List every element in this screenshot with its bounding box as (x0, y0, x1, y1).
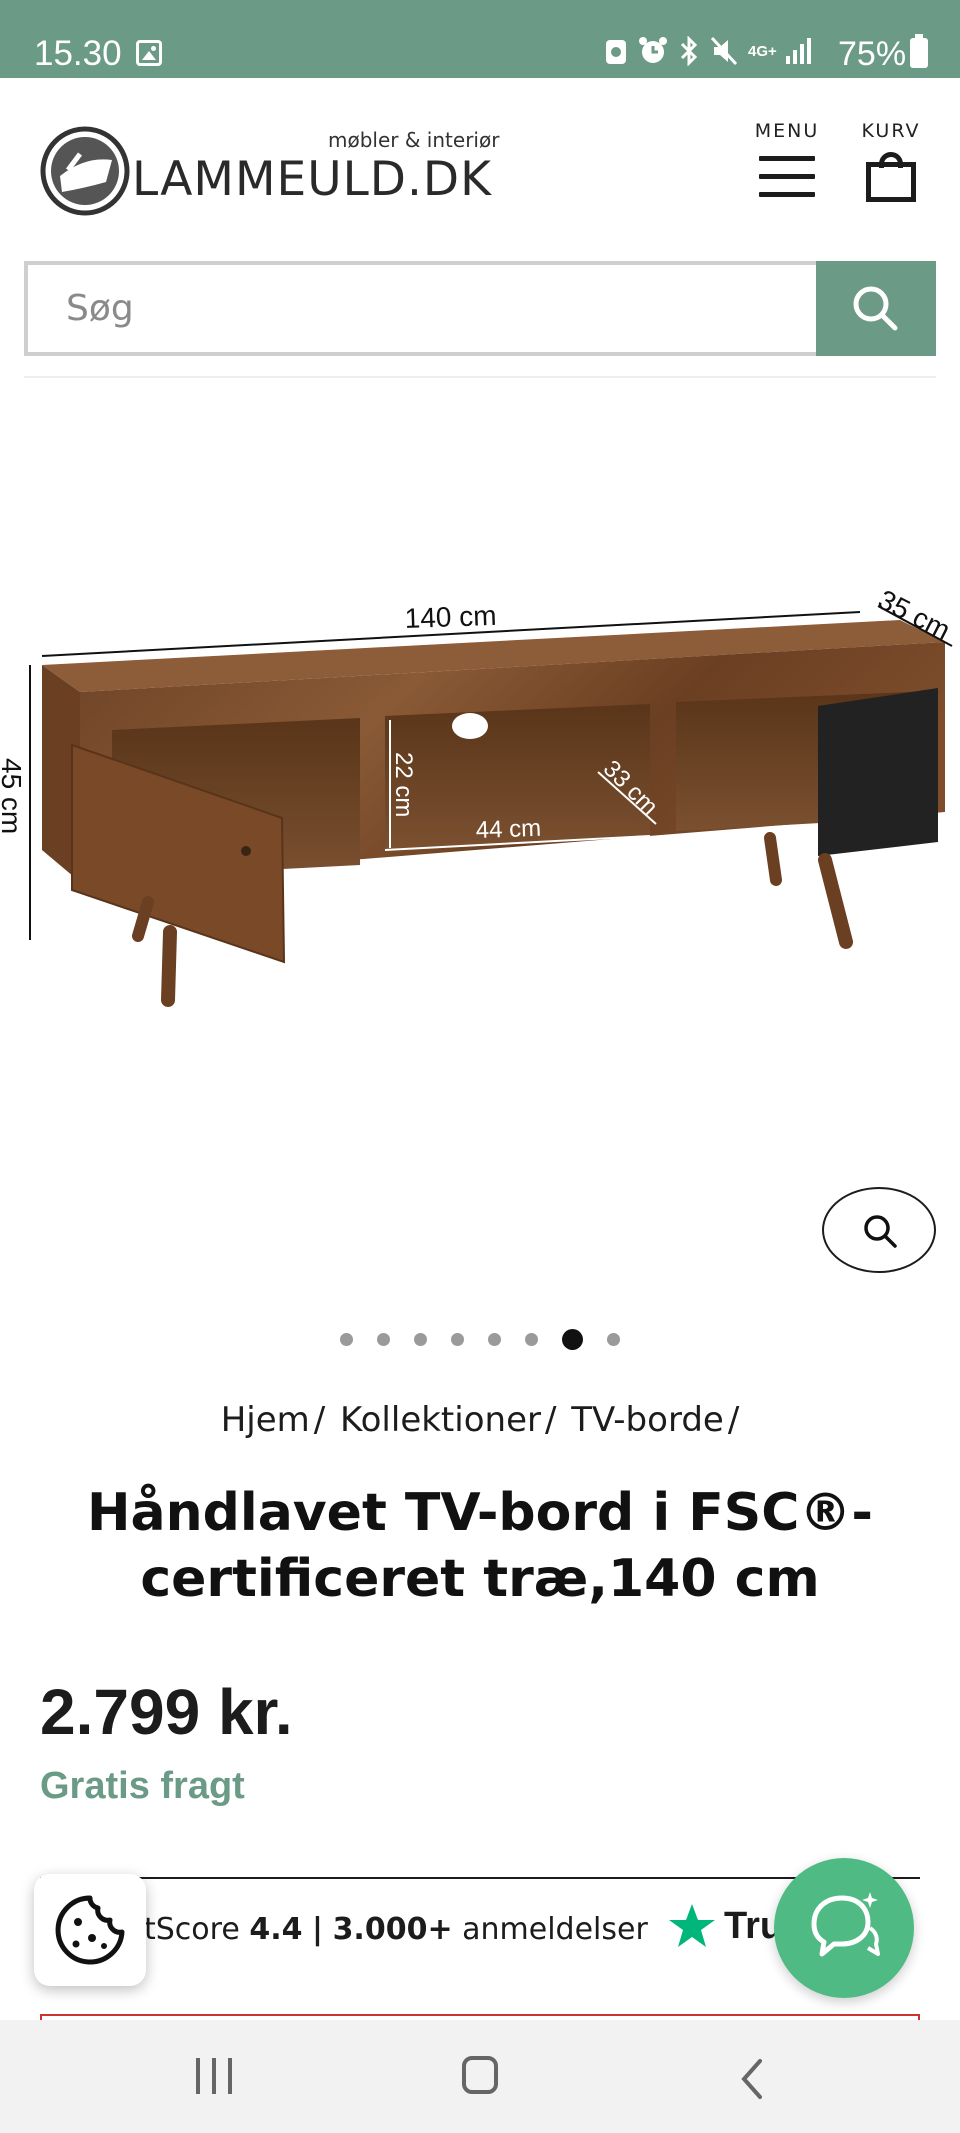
gallery-dot[interactable] (340, 1332, 353, 1346)
alarm-icon (639, 37, 667, 63)
hamburger-icon (759, 156, 815, 197)
trustpilot-star-icon (669, 1904, 715, 1947)
compartment-width-label: 44 cm (475, 815, 541, 844)
status-bar: 15.30 4G+ 75% (0, 0, 960, 78)
breadcrumb-tv-stands[interactable]: TV-borde (571, 1400, 724, 1440)
product-image[interactable]: 140 cm 35 cm 45 cm 22 cm 44 cm 33 cm (0, 380, 960, 1300)
gallery-dot[interactable] (525, 1332, 538, 1346)
mute-icon (710, 36, 738, 66)
battery-level: 75% (838, 35, 907, 73)
breadcrumb-collections[interactable]: Kollektioner (340, 1400, 541, 1440)
cookie-icon (55, 1895, 125, 1965)
compartment-height-label: 22 cm (390, 752, 417, 817)
search-bar (24, 261, 936, 356)
gallery-dot[interactable] (414, 1332, 427, 1346)
gallery-dot[interactable] (607, 1332, 620, 1346)
free-shipping-label: Gratis fragt (40, 1765, 245, 1807)
product-price: 2.799 kr. (40, 1676, 293, 1748)
gallery-dot-active[interactable] (562, 1328, 583, 1350)
logo-text: LAMMEULD.DK (132, 152, 492, 207)
network-type: 4G+ (748, 42, 777, 60)
site-logo[interactable]: LAMMEULD.DK møbler & interiør (40, 126, 499, 216)
gallery-dot[interactable] (377, 1332, 390, 1346)
breadcrumb-separator: / (544, 1400, 557, 1440)
recent-apps-button[interactable] (196, 2058, 232, 2094)
bluetooth-icon (680, 36, 698, 66)
trust-score-label: tScore (144, 1912, 240, 1947)
shopping-bag-icon (866, 152, 916, 202)
cookie-settings-button[interactable] (34, 1874, 146, 1986)
battery-icon (910, 34, 928, 68)
logo-chair-icon (40, 126, 130, 216)
chat-button[interactable] (774, 1858, 914, 1998)
dimension-height-label: 45 cm (0, 758, 27, 834)
product-title: Håndlavet TV-bord i FSC®-certificeret tr… (87, 1483, 873, 1609)
menu-label: MENU (754, 120, 820, 142)
breadcrumb-separator: / (727, 1400, 740, 1440)
menu-button[interactable]: MENU (752, 120, 822, 210)
dimension-width-label: 140 cm (404, 600, 497, 634)
search-button[interactable] (816, 261, 936, 356)
trust-divider (40, 1877, 920, 1879)
trust-score-value: 4.4 (249, 1912, 303, 1947)
system-navigation-bar (0, 2020, 960, 2133)
recycle-icon (606, 40, 626, 64)
system-icons: 4G+ (604, 36, 814, 66)
breadcrumb-separator: / (313, 1400, 326, 1440)
search-icon (853, 286, 898, 331)
trust-reviews-count: 3.000+ (332, 1912, 453, 1947)
gallery-notification-icon (136, 40, 162, 66)
header-divider (24, 376, 936, 378)
cart-label: KURV (861, 120, 921, 142)
cart-button[interactable]: KURV (856, 120, 926, 210)
site-header: LAMMEULD.DK møbler & interiør MENU KURV (0, 78, 960, 260)
gallery-pagination (0, 1326, 960, 1352)
zoom-icon (864, 1215, 897, 1248)
trust-reviews-label: anmeldelser (462, 1912, 648, 1947)
chat-icon (811, 1892, 880, 1957)
home-button[interactable] (462, 2056, 498, 2094)
trustpilot-logo[interactable]: Tru (668, 1896, 783, 1956)
zoom-button[interactable] (822, 1187, 936, 1273)
signal-icon (786, 38, 811, 64)
search-input[interactable] (28, 265, 818, 352)
status-time: 15.30 (34, 34, 122, 73)
gallery-dot[interactable] (451, 1332, 464, 1346)
trust-separator: | (312, 1912, 324, 1947)
breadcrumb-home[interactable]: Hjem (221, 1400, 310, 1440)
breadcrumb: Hjem / Kollektioner / TV-borde / (0, 1400, 960, 1440)
gallery-dot[interactable] (488, 1332, 501, 1346)
back-icon[interactable] (740, 2058, 764, 2100)
logo-tagline: møbler & interiør (328, 128, 500, 152)
